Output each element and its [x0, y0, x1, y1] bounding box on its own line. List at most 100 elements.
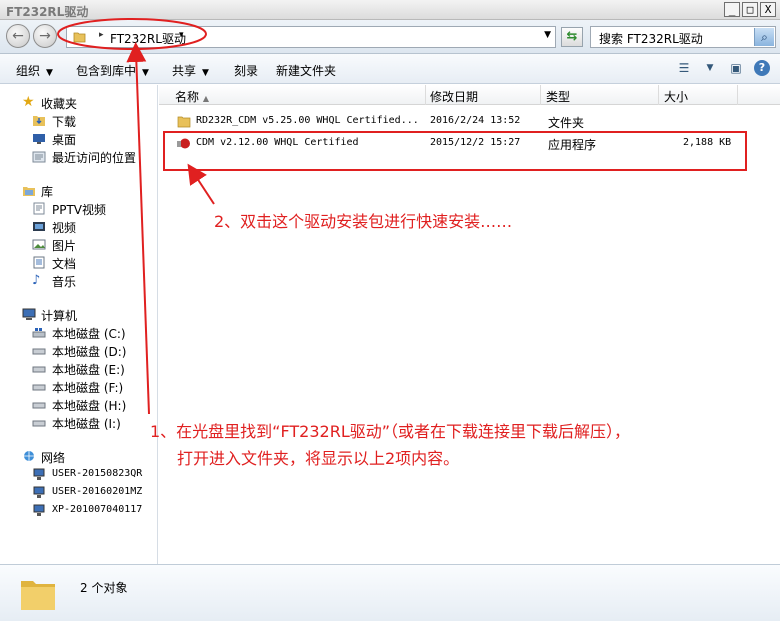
- file-date: 2015/12/2 15:27: [430, 137, 521, 148]
- sidebar-item-network-host[interactable]: XP-201007040117: [0, 502, 150, 519]
- sidebar-label: 本地磁盘 (C:): [52, 327, 126, 341]
- search-icon[interactable]: ⌕: [754, 28, 774, 46]
- music-icon: ♪: [32, 273, 41, 288]
- network-computer-icon: [33, 504, 45, 516]
- sort-ascending-icon: ▲: [202, 94, 209, 103]
- downloads-folder-icon: [33, 116, 45, 126]
- folder-large-icon: [21, 581, 55, 610]
- file-row-installer[interactable]: CDM v2.12.00 WHQL Certified 2015/12/2 15…: [159, 135, 759, 153]
- folder-icon: [177, 116, 191, 128]
- column-divider[interactable]: [737, 85, 738, 105]
- file-name: RD232R_CDM v5.25.00 WHQL Certified...: [196, 115, 419, 126]
- chevron-down-icon: ▼: [202, 68, 209, 78]
- computer-icon: [22, 308, 36, 320]
- column-header-size[interactable]: 大小: [664, 88, 688, 105]
- videos-icon: [33, 222, 45, 231]
- sidebar-item-pictures[interactable]: 图片: [0, 236, 150, 253]
- sidebar-item-drive-h[interactable]: 本地磁盘 (H:): [0, 396, 150, 413]
- share-button[interactable]: 共享 ▼: [172, 62, 209, 79]
- window-title: FT232RL驱动: [6, 5, 89, 19]
- column-divider[interactable]: [540, 85, 541, 105]
- file-type: 应用程序: [548, 138, 597, 152]
- sidebar-label: 库: [41, 185, 54, 199]
- sidebar-item-network[interactable]: 网络: [0, 448, 150, 465]
- address-history-dropdown[interactable]: ▼: [544, 30, 551, 40]
- breadcrumb-arrow-icon[interactable]: ▸: [99, 30, 104, 40]
- new-folder-button[interactable]: 新建文件夹: [276, 62, 336, 79]
- sidebar-label: 文档: [52, 257, 77, 271]
- sidebar-label: 本地磁盘 (F:): [52, 381, 124, 395]
- file-name: CDM v2.12.00 WHQL Certified: [196, 137, 359, 148]
- include-library-label: 包含到库中: [76, 64, 137, 78]
- column-header-type[interactable]: 类型: [546, 88, 570, 105]
- sidebar-label: 本地磁盘 (I:): [52, 417, 121, 431]
- column-divider[interactable]: [658, 85, 659, 105]
- maximize-button[interactable]: □: [742, 2, 758, 17]
- column-divider[interactable]: [425, 85, 426, 105]
- sidebar-item-network-host[interactable]: USER-20160201MZ: [0, 484, 150, 501]
- documents-icon: [33, 256, 45, 269]
- organize-button[interactable]: 组织 ▼: [16, 62, 53, 79]
- include-library-button[interactable]: 包含到库中 ▼: [76, 62, 149, 79]
- search-input[interactable]: 搜索 FT232RL驱动 ⌕: [590, 26, 776, 48]
- minimize-button[interactable]: _: [724, 2, 740, 17]
- item-count: 2 个对象: [80, 581, 128, 595]
- sidebar-item-drive-e[interactable]: 本地磁盘 (E:): [0, 360, 150, 377]
- recent-places-icon: [32, 151, 46, 163]
- sidebar-label: 最近访问的位置: [52, 151, 137, 165]
- sidebar-item-music[interactable]: ♪ 音乐: [0, 272, 150, 289]
- sidebar-item-desktop[interactable]: 桌面: [0, 130, 150, 147]
- sidebar-item-drive-d[interactable]: 本地磁盘 (D:): [0, 342, 150, 359]
- sidebar-item-videos[interactable]: 视频: [0, 218, 150, 235]
- burn-label: 刻录: [234, 64, 259, 78]
- network-computer-icon: [33, 468, 45, 480]
- hard-drive-icon: [32, 384, 46, 391]
- file-size: 2,188 KB: [683, 137, 732, 148]
- annotation-step-2: 2、双击这个驱动安装包进行快速安装……: [214, 212, 513, 231]
- file-date: 2016/2/24 13:52: [430, 115, 521, 126]
- address-input[interactable]: ▸ FT232RL驱动 ▾ ▼: [66, 26, 556, 48]
- system-drive-icon: [32, 328, 46, 338]
- sidebar-label: 本地磁盘 (D:): [52, 345, 127, 359]
- column-label: 名称: [175, 90, 200, 104]
- network-icon: [24, 451, 34, 461]
- annotation-step-1-line1: 1、在光盘里找到“FT232RL驱动”（或者在下载连接里下载后解压），: [150, 422, 631, 441]
- sidebar-item-documents[interactable]: 文档: [0, 254, 150, 271]
- close-button[interactable]: X: [760, 2, 776, 17]
- sidebar-label: 桌面: [52, 133, 77, 147]
- help-icon[interactable]: ?: [754, 60, 770, 76]
- file-row-folder[interactable]: RD232R_CDM v5.25.00 WHQL Certified... 20…: [159, 113, 759, 131]
- sidebar-item-downloads[interactable]: 下载: [0, 112, 150, 129]
- breadcrumb-current[interactable]: FT232RL驱动: [110, 30, 186, 47]
- sidebar-item-drive-f[interactable]: 本地磁盘 (F:): [0, 378, 150, 395]
- breadcrumb-dropdown-icon[interactable]: ▾: [179, 30, 184, 40]
- sidebar-item-recent[interactable]: 最近访问的位置: [0, 148, 150, 165]
- hard-drive-icon: [32, 402, 46, 409]
- view-options-icon[interactable]: ☰: [676, 60, 692, 76]
- sidebar-label: 本地磁盘 (H:): [52, 399, 127, 413]
- navigation-pane: ★ 收藏夹 下载 桌面 最近访问的位置 库 PPTV视频 视频 图片 文档 ♪ …: [0, 85, 158, 564]
- back-button[interactable]: ←: [6, 24, 30, 48]
- forward-button[interactable]: →: [33, 24, 57, 48]
- sidebar-item-favorites[interactable]: ★ 收藏夹: [0, 94, 150, 111]
- star-icon: ★: [22, 94, 35, 110]
- sidebar-item-drive-i[interactable]: 本地磁盘 (I:): [0, 414, 150, 431]
- search-placeholder: 搜索 FT232RL驱动: [599, 32, 703, 46]
- sidebar-item-network-host[interactable]: USER-20150823QR: [0, 466, 150, 483]
- share-label: 共享: [172, 64, 197, 78]
- burn-button[interactable]: 刻录: [234, 62, 258, 79]
- sidebar-item-drive-c[interactable]: 本地磁盘 (C:): [0, 324, 150, 341]
- column-header-date[interactable]: 修改日期: [430, 88, 478, 105]
- column-header-name[interactable]: 名称 ▲: [175, 88, 209, 105]
- file-type: 文件夹: [548, 116, 585, 130]
- sidebar-label: 网络: [41, 451, 66, 465]
- sidebar-item-pptv[interactable]: PPTV视频: [0, 200, 150, 217]
- sidebar-label: 计算机: [41, 309, 78, 323]
- chevron-down-icon: ▼: [46, 68, 53, 78]
- view-dropdown-icon[interactable]: ▼: [702, 60, 718, 76]
- sidebar-item-computer[interactable]: 计算机: [0, 306, 150, 323]
- preview-pane-icon[interactable]: ▣: [728, 60, 744, 76]
- pptv-library-icon: [33, 202, 45, 215]
- refresh-button[interactable]: ⇆: [561, 27, 583, 47]
- sidebar-item-libraries[interactable]: 库: [0, 182, 150, 199]
